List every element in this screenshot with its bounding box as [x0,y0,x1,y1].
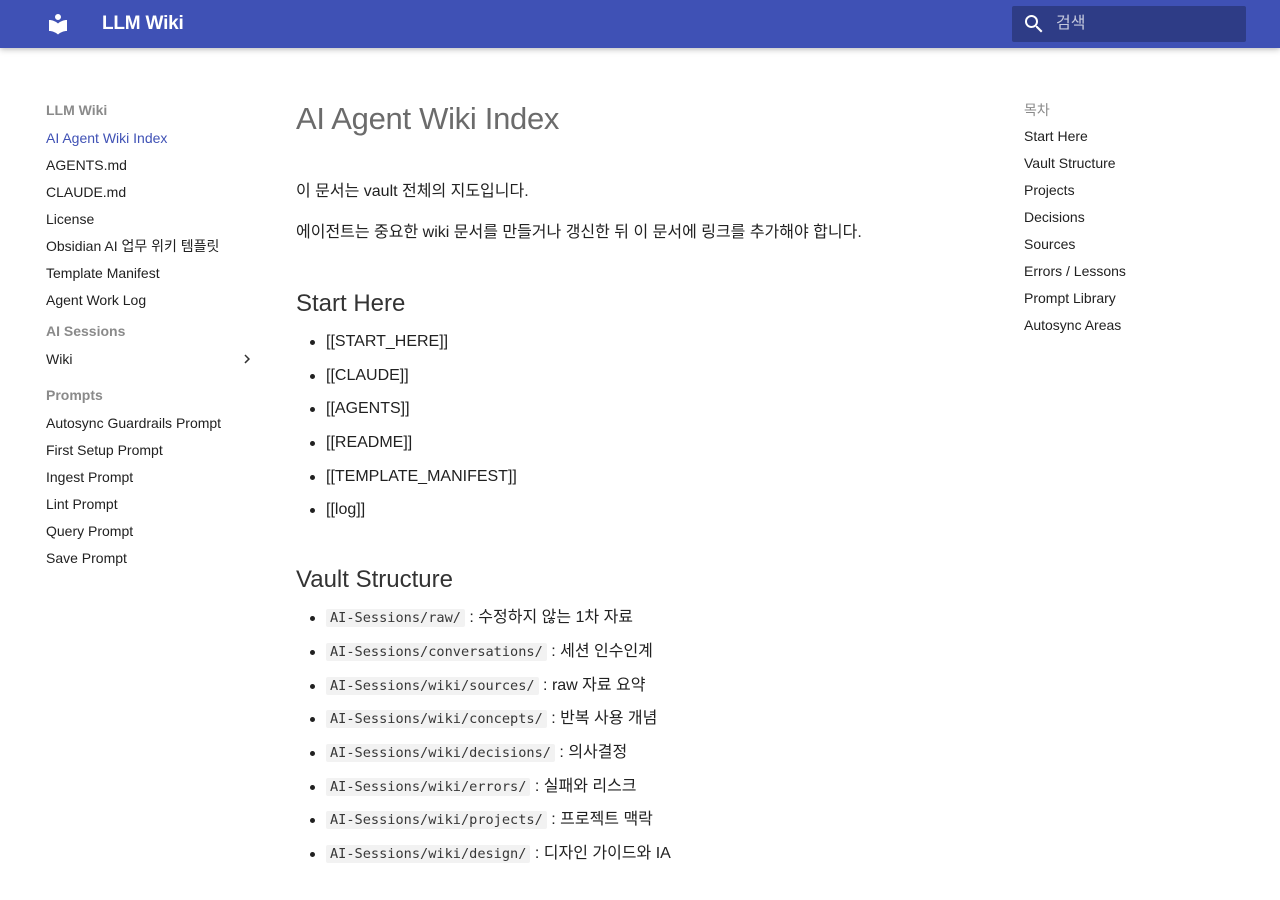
path-code: AI-Sessions/conversations/ [326,642,547,661]
list-item: AI-Sessions/wiki/concepts/ : 반복 사용 개념 [310,707,986,741]
nav-item-license[interactable]: License [46,207,260,234]
search-icon [1025,15,1043,33]
list-item: AI-Sessions/raw/ : 수정하지 않는 1차 자료 [310,606,986,640]
list-item: AI-Sessions/wiki/sources/ : raw 자료 요약 [310,674,986,708]
primary-navigation: LLM Wiki AI Agent Wiki Index AGENTS.md C… [46,98,260,573]
toc-item-vault-structure[interactable]: Vault Structure [1024,151,1244,178]
list-item: [[TEMPLATE_MANIFEST]] [310,465,986,499]
chevron-right-icon[interactable] [238,350,256,368]
toc-title: 목차 [1024,102,1050,118]
nav-item-save-prompt[interactable]: Save Prompt [46,546,260,573]
nav-item-wiki[interactable]: Wiki [46,347,260,374]
intro-paragraph-1: 이 문서는 vault 전체의 지도입니다. [296,183,529,200]
list-item: [[README]] [310,431,986,465]
path-code: AI-Sessions/wiki/errors/ [326,777,531,796]
path-description: : 실패와 리스크 [530,777,637,795]
page-title: AI Agent Wiki Index [296,101,560,136]
nav-item-autosync-guardrails-prompt[interactable]: Autosync Guardrails Prompt [46,411,260,438]
toc-item-autosync-areas[interactable]: Autosync Areas [1024,313,1244,340]
path-description: : 세션 인수인계 [546,642,653,660]
toc-item-sources[interactable]: Sources [1024,232,1244,259]
nav-item-lint-prompt[interactable]: Lint Prompt [46,492,260,519]
table-of-contents: 목차 Start Here Vault Structure Projects D… [1024,98,1244,340]
nav-section-title-ai-sessions: AI Sessions [46,323,126,339]
path-description: : 수정하지 않는 1차 자료 [464,609,634,627]
path-code: AI-Sessions/raw/ [326,609,465,628]
path-description: : 의사결정 [554,743,628,761]
list-item: AI-Sessions/wiki/errors/ : 실패와 리스크 [310,775,986,809]
path-description: : raw 자료 요약 [538,676,646,694]
start-here-list: [[START_HERE]] [[CLAUDE]] [[AGENTS]] [[R… [296,330,986,532]
book-icon[interactable] [46,12,70,36]
toc-item-start-here[interactable]: Start Here [1024,124,1244,151]
list-item: AI-Sessions/wiki/projects/ : 프로젝트 맥락 [310,808,986,842]
nav-item-template-manifest[interactable]: Template Manifest [46,261,260,288]
toc-item-projects[interactable]: Projects [1024,178,1244,205]
site-title[interactable]: LLM Wiki [102,13,184,35]
toc-item-prompt-library[interactable]: Prompt Library [1024,286,1244,313]
top-app-bar: LLM Wiki [0,0,1280,48]
nav-item-claude-md[interactable]: CLAUDE.md [46,180,260,207]
nav-section-title-prompts: Prompts [46,387,103,403]
path-code: AI-Sessions/wiki/decisions/ [326,743,555,762]
nav-item-wiki-label: Wiki [46,351,73,367]
list-item: AI-Sessions/wiki/design/ : 디자인 가이드와 IA [310,842,986,876]
path-code: AI-Sessions/wiki/concepts/ [326,710,547,729]
list-item: [[AGENTS]] [310,397,986,431]
list-item: AI-Sessions/wiki/decisions/ : 의사결정 [310,741,986,775]
toc-item-decisions[interactable]: Decisions [1024,205,1244,232]
list-item: AI-Sessions/conversations/ : 세션 인수인계 [310,640,986,674]
nav-item-query-prompt[interactable]: Query Prompt [46,519,260,546]
heading-vault-structure: Vault Structure [296,566,453,594]
nav-item-ai-agent-wiki-index[interactable]: AI Agent Wiki Index [46,126,260,153]
path-description: : 디자인 가이드와 IA [530,844,671,862]
search-box[interactable] [1012,6,1246,42]
vault-structure-list: AI-Sessions/raw/ : 수정하지 않는 1차 자료 AI-Sess… [296,606,986,876]
path-code: AI-Sessions/wiki/design/ [326,844,531,863]
intro-paragraph-2: 에이전트는 중요한 wiki 문서를 만들거나 갱신한 뒤 이 문서에 링크를 … [296,224,862,241]
nav-item-agents-md[interactable]: AGENTS.md [46,153,260,180]
nav-item-ingest-prompt[interactable]: Ingest Prompt [46,465,260,492]
toc-item-errors-lessons[interactable]: Errors / Lessons [1024,259,1244,286]
path-code: AI-Sessions/wiki/sources/ [326,676,539,695]
path-description: : 반복 사용 개념 [546,710,658,728]
list-item: [[log]] [310,498,986,532]
list-item: [[CLAUDE]] [310,364,986,398]
heading-start-here: Start Here [296,290,406,317]
nav-item-obsidian-template[interactable]: Obsidian AI 업무 위키 템플릿 [46,234,260,261]
main-content: AI Agent Wiki Index 이 문서는 vault 전체의 지도입니… [296,96,986,876]
path-code: AI-Sessions/wiki/projects/ [326,811,547,830]
nav-item-agent-work-log[interactable]: Agent Work Log [46,288,260,315]
nav-section-title-llm-wiki: LLM Wiki [46,102,108,118]
search-input[interactable] [1056,6,1242,42]
list-item: [[START_HERE]] [310,330,986,364]
path-description: : 프로젝트 맥락 [546,811,653,829]
nav-item-first-setup-prompt[interactable]: First Setup Prompt [46,438,260,465]
